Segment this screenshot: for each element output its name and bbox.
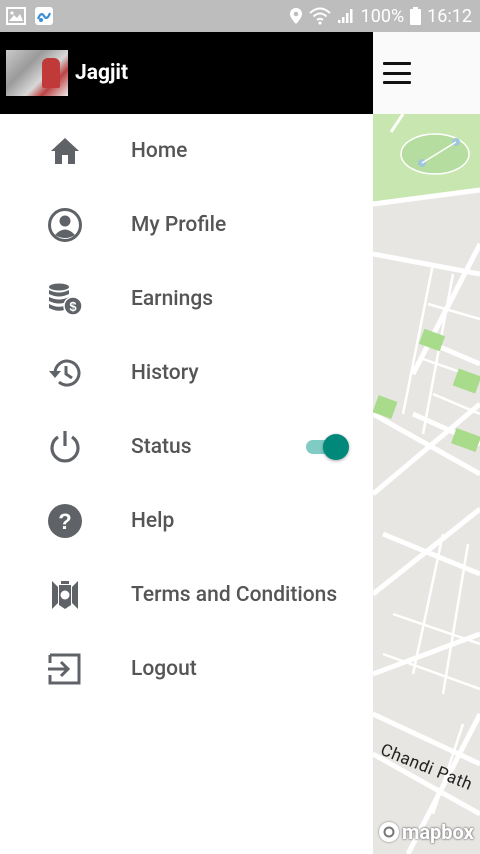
menu-label-history: History (131, 361, 199, 385)
power-icon (46, 428, 84, 466)
menu-label-home: Home (131, 139, 188, 163)
app-icon (34, 6, 54, 26)
menu-label-my-profile: My Profile (131, 213, 227, 237)
profile-icon (46, 206, 84, 244)
menu-item-history[interactable]: History (0, 336, 373, 410)
mapbox-attribution[interactable]: mapbox (379, 820, 474, 844)
drawer-header: Jagjit (0, 32, 373, 114)
navigation-drawer: Jagjit Home My Profile $ Earnings Histor… (0, 32, 373, 854)
status-left (0, 6, 54, 26)
menu-item-my-profile[interactable]: My Profile (0, 188, 373, 262)
svg-text:$: $ (69, 299, 77, 314)
mapbox-text: mapbox (402, 820, 474, 844)
menu-icon[interactable] (383, 62, 411, 84)
svg-text:?: ? (58, 509, 71, 534)
status-toggle[interactable] (306, 433, 350, 461)
clock: 16:12 (427, 5, 472, 27)
drawer-menu: Home My Profile $ Earnings History Statu… (0, 114, 373, 706)
toggle-thumb (323, 434, 349, 460)
earnings-icon: $ (46, 280, 84, 318)
menu-item-home[interactable]: Home (0, 114, 373, 188)
status-bar: 100% 16:12 (0, 0, 480, 32)
avatar[interactable] (6, 50, 68, 96)
menu-item-earnings[interactable]: $ Earnings (0, 262, 373, 336)
help-icon: ? (46, 502, 84, 540)
menu-item-logout[interactable]: Logout (0, 632, 373, 706)
status-right: 100% 16:12 (289, 6, 480, 27)
terms-icon (46, 576, 84, 614)
image-icon (6, 7, 26, 25)
screen: 100% 16:12 Chandi Path mapbox Jagjit Hom… (0, 0, 480, 854)
map-toolbar (373, 32, 480, 114)
wifi-icon (308, 7, 331, 25)
home-icon (46, 132, 84, 170)
mapbox-logo-icon (379, 822, 399, 842)
signal-icon (337, 8, 355, 24)
menu-label-help: Help (131, 509, 175, 533)
logout-icon (46, 650, 84, 688)
menu-label-logout: Logout (131, 657, 197, 681)
menu-label-terms: Terms and Conditions (131, 583, 338, 607)
battery-percent: 100% (360, 5, 405, 27)
user-name: Jagjit (75, 61, 129, 85)
menu-item-status[interactable]: Status (0, 410, 373, 484)
menu-label-status: Status (131, 435, 192, 459)
history-icon (46, 354, 84, 392)
map-view[interactable]: Chandi Path mapbox (373, 32, 480, 854)
menu-item-help[interactable]: ? Help (0, 484, 373, 558)
battery-icon (410, 7, 422, 25)
menu-item-terms[interactable]: Terms and Conditions (0, 558, 373, 632)
location-icon (289, 7, 303, 25)
menu-label-earnings: Earnings (131, 287, 214, 311)
